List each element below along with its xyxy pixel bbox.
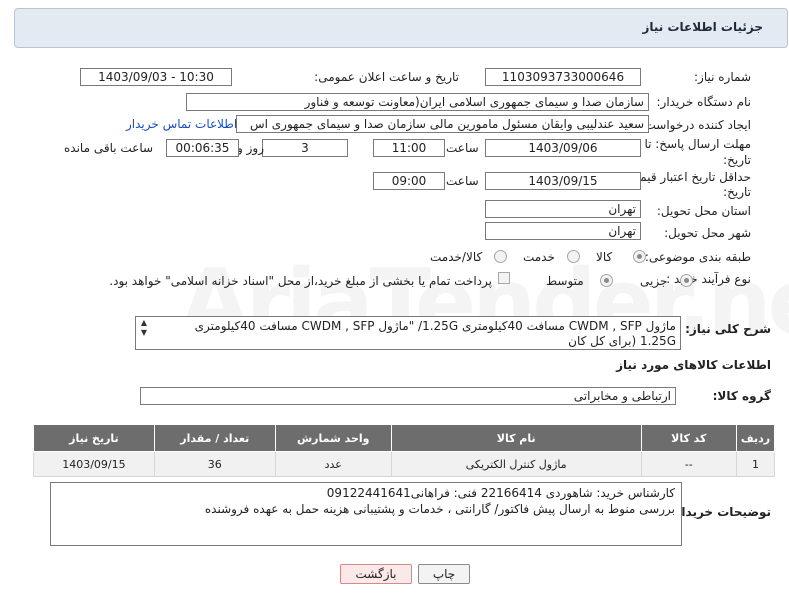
col-row-header: ردیف [736, 424, 775, 452]
deadline-label: مهلت ارسال پاسخ: تا [644, 137, 751, 151]
cell-qty: 36 [153, 451, 276, 477]
remaining-label: ساعت باقی مانده [64, 141, 154, 155]
validity-time-label: ساعت [446, 174, 479, 188]
creator-label: ایجاد کننده درخواست: [640, 118, 751, 132]
goods-section-title: اطلاعات کالاهای مورد نیاز [616, 358, 771, 372]
deadline-date-field[interactable]: 1403/09/06 [485, 139, 641, 157]
city-field[interactable]: تهران [485, 222, 641, 240]
buyer-notes-box[interactable]: کارشناس خرید: شاهوردی 22166414 فنی: فراه… [50, 482, 682, 546]
cell-row: 1 [736, 451, 775, 477]
announce-label: تاریخ و ساعت اعلان عمومی: [314, 70, 459, 84]
validity-date-field[interactable]: 1403/09/15 [485, 172, 641, 190]
buyer-org-field[interactable]: سازمان صدا و سیمای جمهوری اسلامی ایران(م… [186, 93, 649, 111]
validity-label-2: تاریخ: [723, 185, 751, 199]
category-option-goods: کالا [596, 250, 613, 264]
col-code-header: کد کالا [640, 424, 738, 452]
buyer-notes-label: توضیحات خریدار: [669, 505, 771, 519]
buyer-notes-line1: کارشناس خرید: شاهوردی 22166414 فنی: فراه… [326, 486, 675, 500]
back-button[interactable]: بازگشت [340, 564, 412, 584]
announce-field[interactable]: 1403/09/03 - 10:30 [80, 68, 232, 86]
process-option-minor: جزیی [640, 274, 668, 288]
page-title: جزئیات اطلاعات نیاز [642, 20, 763, 34]
cell-name: ماژول کنترل الکتریکی [390, 451, 642, 477]
deadline-label-2: تاریخ: [723, 153, 751, 167]
category-label: طبقه بندی موضوعی: [644, 250, 751, 264]
need-number-field[interactable]: 1103093733000646 [485, 68, 641, 86]
items-table: ردیف کد کالا نام کالا واحد شمارش تعداد /… [33, 424, 775, 477]
col-unit-header: واحد شمارش [274, 424, 392, 452]
remaining-time-field[interactable]: 00:06:35 [166, 139, 239, 157]
category-radio-service[interactable] [567, 250, 580, 263]
deadline-time-label: ساعت [446, 141, 479, 155]
city-label: شهر محل تحویل: [664, 226, 751, 240]
contact-link[interactable]: اطلاعات تماس خریدار [126, 117, 237, 131]
cell-unit: عدد [274, 451, 392, 477]
creator-field[interactable]: سعید عندلیبی وایقان مسئول مامورین مالی س… [236, 115, 649, 133]
table-header-row: ردیف کد کالا نام کالا واحد شمارش تعداد /… [33, 424, 775, 452]
process-radio-medium[interactable] [600, 274, 613, 287]
need-number-label: شماره نیاز: [694, 70, 751, 84]
treasury-checkbox[interactable] [498, 272, 510, 284]
payment-note: پرداخت تمام یا بخشی از مبلغ خرید،از محل … [109, 274, 492, 288]
buyer-notes-line2: بررسی منوط به ارسال پیش فاکتور/ گارانتی … [204, 502, 675, 516]
buyer-org-label: نام دستگاه خریدار: [656, 95, 752, 109]
goods-group-label: گروه کالا: [712, 389, 771, 403]
description-scroll-arrows[interactable]: ▲ ▼ [138, 318, 150, 344]
goods-group-field[interactable]: ارتباطی و مخابراتی [140, 387, 676, 405]
process-radio-minor[interactable] [680, 274, 693, 287]
header-panel: جزئیات اطلاعات نیاز [14, 8, 788, 48]
deadline-time-field[interactable]: 11:00 [373, 139, 445, 157]
category-radio-both[interactable] [494, 250, 507, 263]
cell-code: -- [640, 451, 738, 477]
province-label: استان محل تحویل: [656, 204, 751, 218]
col-name-header: نام کالا [390, 424, 642, 452]
validity-time-field[interactable]: 09:00 [373, 172, 445, 190]
cell-date: 1403/09/15 [33, 451, 155, 477]
category-radio-goods[interactable] [633, 250, 646, 263]
process-label: نوع فرآیند خرید : [666, 272, 751, 286]
days-field[interactable]: 3 [262, 139, 348, 157]
province-field[interactable]: تهران [485, 200, 641, 218]
description-label: شرح کلی نیاز: [685, 322, 771, 336]
category-option-service: خدمت [523, 250, 555, 264]
process-option-medium: متوسط [546, 274, 584, 288]
col-qty-header: تعداد / مقدار [153, 424, 276, 452]
table-row[interactable]: 1 -- ماژول کنترل الکتریکی عدد 36 1403/09… [33, 451, 775, 477]
col-date-header: تاریخ نیاز [33, 424, 155, 452]
category-option-both: کالا/خدمت [430, 250, 483, 264]
days-label: روز و [237, 141, 264, 155]
print-button[interactable]: چاپ [418, 564, 470, 584]
description-textarea[interactable]: ماژول CWDM , SFP مسافت 40کیلومتری 1.25G/… [135, 316, 681, 350]
